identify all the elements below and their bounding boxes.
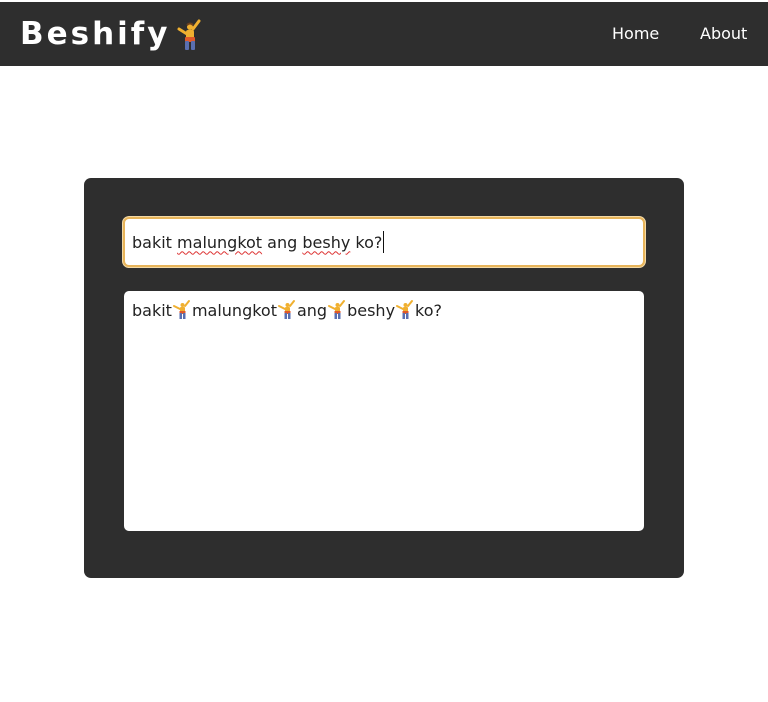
converter-panel: bakit malungkot ang beshy ko? bakit malun… bbox=[84, 178, 684, 578]
brand-logo[interactable]: Beshify bbox=[20, 16, 205, 52]
input-word: bakit bbox=[132, 232, 172, 252]
input-word: ko? bbox=[355, 232, 383, 252]
navbar: Beshify Home About bbox=[0, 2, 768, 66]
nav-home-link[interactable]: Home bbox=[612, 22, 659, 46]
input-word-misspelled: beshy bbox=[302, 232, 351, 252]
output-word: ang bbox=[296, 301, 328, 320]
person-cartwheeling-icon bbox=[328, 300, 346, 319]
input-word: ang bbox=[267, 232, 298, 252]
text-caret bbox=[383, 231, 385, 253]
person-cartwheeling-icon bbox=[277, 300, 295, 319]
output-word: malungkot bbox=[191, 301, 277, 320]
person-cartwheeling-icon bbox=[177, 19, 200, 50]
person-cartwheeling-icon bbox=[172, 300, 190, 319]
person-cartwheeling-icon bbox=[396, 300, 414, 319]
output-word: ko? bbox=[415, 301, 443, 320]
output-word: bakit bbox=[132, 301, 172, 320]
nav-about-link[interactable]: About bbox=[700, 22, 747, 46]
brand-name: Beshify bbox=[20, 16, 171, 52]
output-textarea[interactable]: bakit malungkot ang beshy ko? bbox=[124, 291, 644, 531]
input-word-misspelled: malungkot bbox=[177, 232, 263, 252]
output-word: beshy bbox=[347, 301, 396, 320]
text-input[interactable]: bakit malungkot ang beshy ko? bbox=[123, 217, 645, 267]
